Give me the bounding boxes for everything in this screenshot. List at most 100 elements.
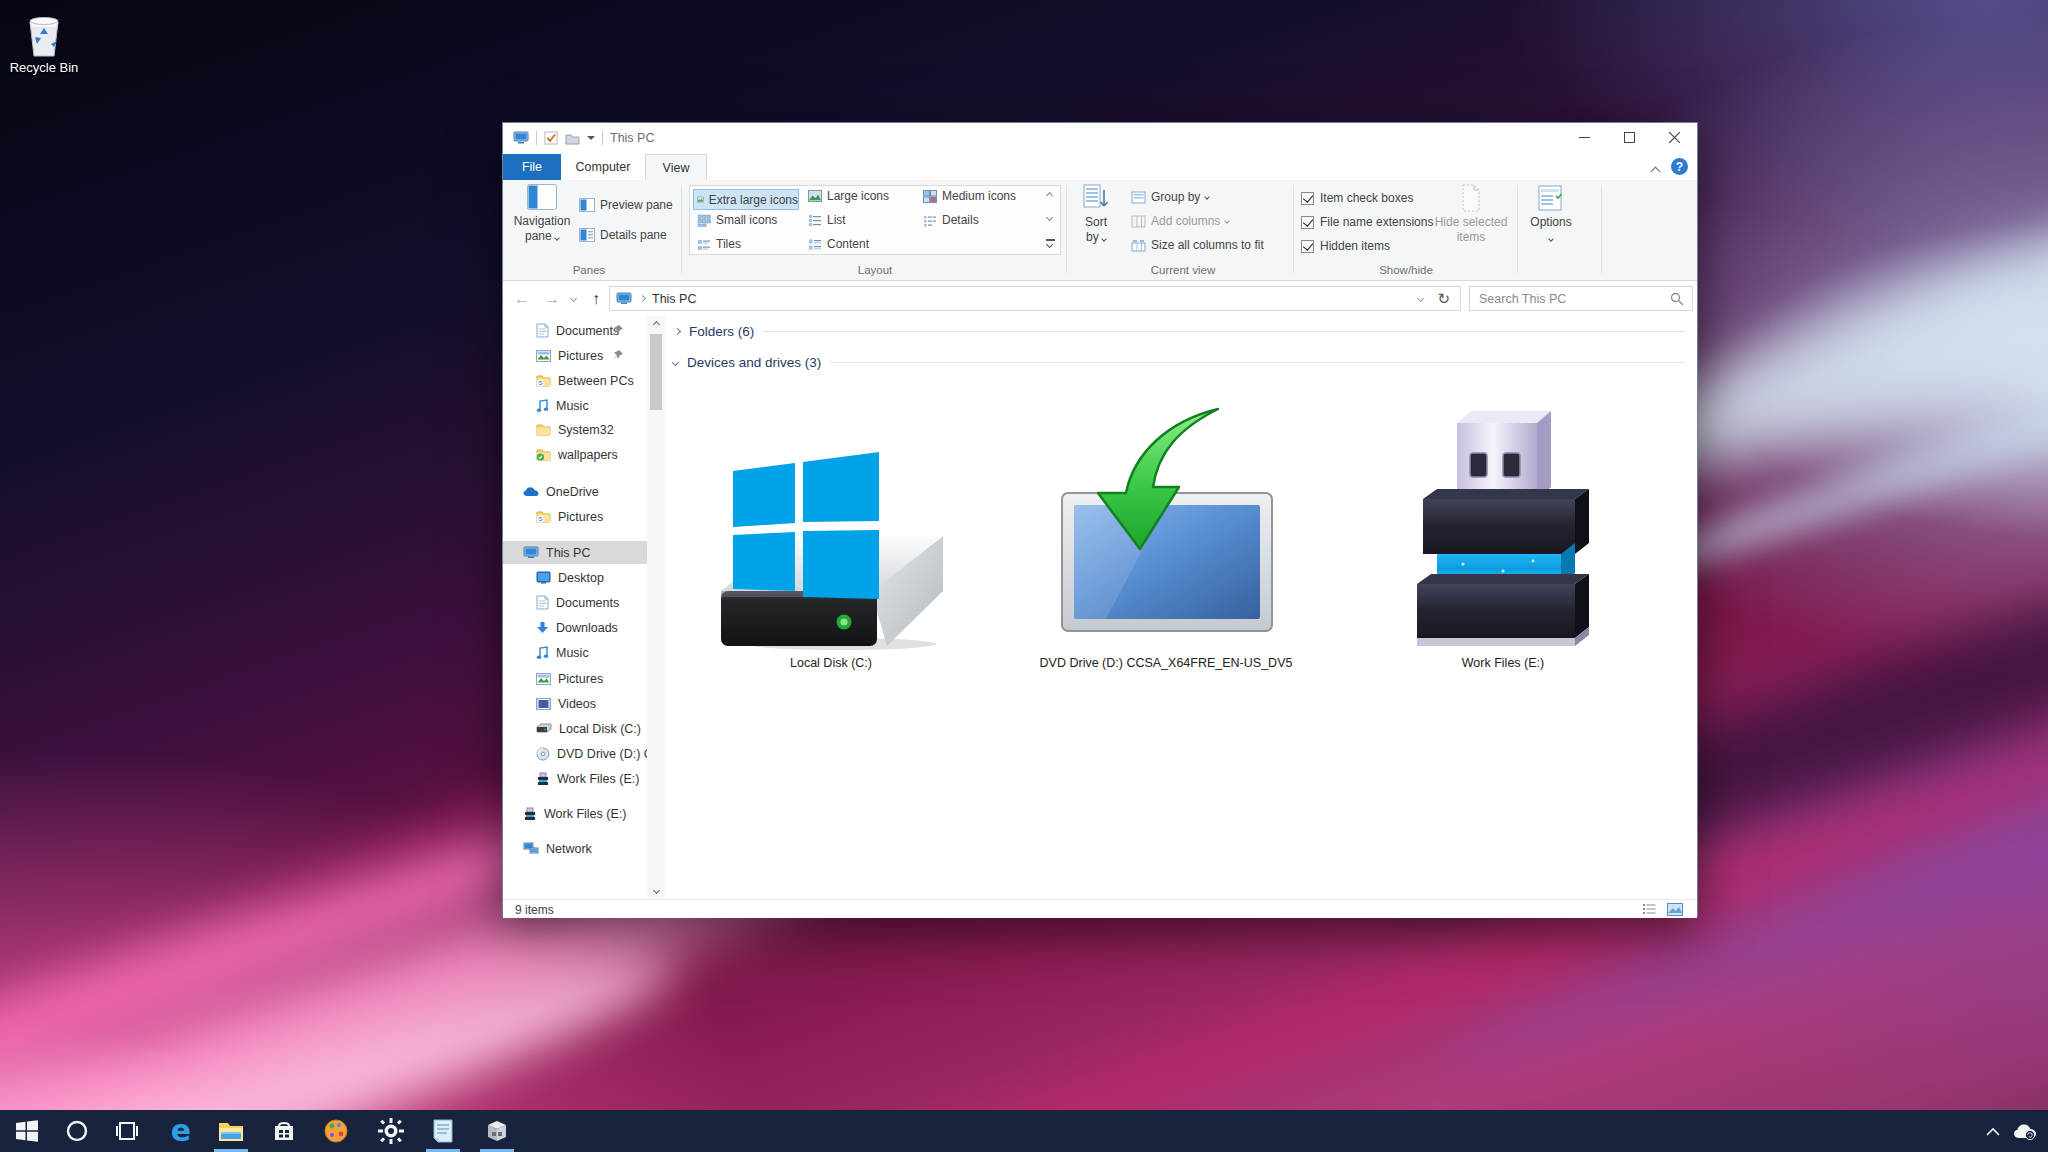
hide-selected-items-icon xyxy=(1458,184,1484,212)
collapse-chevron-icon[interactable] xyxy=(674,328,681,335)
refresh-icon[interactable]: ↻ xyxy=(1437,290,1450,308)
tab-view[interactable]: View xyxy=(645,154,707,180)
task-view-button[interactable] xyxy=(114,1118,140,1144)
add-columns-button[interactable]: Add columns xyxy=(1131,214,1229,228)
ribbon-collapse-icon[interactable] xyxy=(1652,161,1659,179)
minimize-button[interactable] xyxy=(1562,123,1607,152)
layout-small-icons[interactable]: Small icons xyxy=(693,213,777,227)
group-by-button[interactable]: Group by xyxy=(1131,190,1209,204)
scroll-up-icon[interactable] xyxy=(647,316,665,333)
sidebar-item[interactable]: Downloads xyxy=(503,616,647,639)
layout-large-icons[interactable]: Large icons xyxy=(808,189,889,203)
tray-onedrive-icon[interactable] xyxy=(2012,1118,2038,1144)
details-view-toggle-icon[interactable] xyxy=(1642,903,1657,916)
navigation-pane-button[interactable]: Navigationpane xyxy=(509,184,575,244)
3d-builder-button[interactable] xyxy=(484,1118,510,1144)
thumbnail-view-toggle-icon[interactable] xyxy=(1667,903,1683,916)
search-box[interactable]: Search This PC xyxy=(1469,286,1693,311)
expand-chevron-icon[interactable] xyxy=(672,359,679,366)
properties-qat-icon[interactable] xyxy=(544,131,558,145)
sidebar-item[interactable]: Work Files (E:) xyxy=(503,802,647,825)
store-button[interactable] xyxy=(271,1118,297,1144)
address-box[interactable]: This PC ↻ xyxy=(609,286,1461,311)
sidebar-item[interactable]: Pictures xyxy=(503,667,647,690)
sort-by-button[interactable]: Sortby xyxy=(1073,184,1119,245)
edge-button[interactable]: e xyxy=(168,1118,194,1144)
recycle-bin-label: Recycle Bin xyxy=(0,60,88,75)
tab-file[interactable]: File xyxy=(503,154,561,180)
details-pane-button[interactable]: Details pane xyxy=(579,228,667,242)
sidebar-item[interactable]: Work Files (E:) xyxy=(503,767,647,790)
file-name-extensions-checkbox[interactable]: File name extensions xyxy=(1301,215,1433,229)
maximize-button[interactable] xyxy=(1607,123,1652,152)
paint-button[interactable] xyxy=(323,1118,349,1144)
tray-show-hidden-icons[interactable] xyxy=(1980,1118,2006,1144)
sidebar-item[interactable]: Documents xyxy=(503,591,647,614)
item-check-boxes-checkbox[interactable]: Item check boxes xyxy=(1301,191,1413,205)
sidebar-item[interactable]: This PC xyxy=(503,541,647,564)
gallery-up-icon[interactable] xyxy=(1046,192,1053,199)
sidebar-item[interactable]: Desktop xyxy=(503,566,647,589)
settings-button[interactable] xyxy=(378,1118,404,1144)
pin-icon xyxy=(613,324,623,338)
forward-button[interactable]: → xyxy=(539,281,565,316)
folder-check-icon xyxy=(536,448,551,461)
sidebar-item[interactable]: Local Disk (C:) xyxy=(503,717,647,740)
sidebar-item[interactable]: DVD Drive (D:) C xyxy=(503,742,647,765)
sidebar-item[interactable]: Between PCs xyxy=(503,369,647,392)
sidebar-item[interactable]: Videos xyxy=(503,692,647,715)
layout-item-label: List xyxy=(827,213,846,227)
sidebar-item[interactable]: Documents xyxy=(503,319,647,342)
options-button[interactable]: Options xyxy=(1523,184,1579,245)
preview-pane-button[interactable]: Preview pane xyxy=(579,198,673,212)
layout-medium-icons[interactable]: Medium icons xyxy=(923,189,1016,203)
sidebar-item[interactable]: OneDrive xyxy=(503,480,647,503)
scrollbar-thumb[interactable] xyxy=(650,334,662,410)
gallery-down-icon[interactable] xyxy=(1046,214,1053,221)
sidebar-item[interactable]: Music xyxy=(503,394,647,417)
help-icon[interactable]: ? xyxy=(1671,158,1688,175)
qat-customize-icon[interactable] xyxy=(587,136,595,140)
start-button[interactable] xyxy=(14,1118,40,1144)
onedrive-icon xyxy=(523,486,539,497)
scroll-down-icon[interactable] xyxy=(647,882,665,899)
layout-content[interactable]: Content xyxy=(808,237,869,251)
new-folder-qat-icon[interactable] xyxy=(565,132,580,145)
notepad-button[interactable] xyxy=(430,1118,456,1144)
recycle-bin[interactable]: Recycle Bin xyxy=(0,0,88,84)
gallery-more-icon[interactable] xyxy=(1046,241,1053,248)
drive-local-disk[interactable]: Local Disk (C:) xyxy=(691,401,971,670)
hidden-items-checkbox[interactable]: Hidden items xyxy=(1301,239,1390,253)
close-button[interactable] xyxy=(1652,123,1697,152)
sidebar-item[interactable]: Pictures xyxy=(503,505,647,528)
layout-tiles[interactable]: Tiles xyxy=(693,237,741,251)
sidebar-item[interactable]: Music xyxy=(503,641,647,664)
layout-gallery-scrollbar[interactable] xyxy=(1044,189,1058,251)
layout-item-label: Small icons xyxy=(716,213,777,227)
sidebar-item[interactable]: wallpapers xyxy=(503,443,647,466)
layout-details[interactable]: Details xyxy=(923,213,979,227)
sort-by-label: Sort xyxy=(1085,215,1107,229)
search-button[interactable] xyxy=(64,1118,90,1144)
network-icon xyxy=(523,842,539,855)
group-header-devices[interactable]: Devices and drives (3) xyxy=(673,355,1685,370)
size-columns-button[interactable]: Size all columns to fit xyxy=(1131,238,1264,252)
sidebar-item-label: Pictures xyxy=(558,672,603,686)
search-icon[interactable] xyxy=(1670,292,1684,306)
sidebar-scrollbar[interactable] xyxy=(647,316,665,899)
up-button[interactable]: ↑ xyxy=(583,281,609,316)
group-header-folders[interactable]: Folders (6) xyxy=(675,324,1685,339)
file-explorer-button[interactable] xyxy=(218,1118,244,1144)
recent-locations-icon[interactable] xyxy=(565,281,581,316)
hide-selected-items-button[interactable]: Hide selecteditems xyxy=(1431,184,1511,245)
sidebar-item[interactable]: Network xyxy=(503,837,647,860)
sidebar-item[interactable]: System32 xyxy=(503,418,647,441)
address-dropdown-icon[interactable] xyxy=(1417,295,1424,302)
sidebar-item[interactable]: Pictures xyxy=(503,344,647,367)
layout-extra-large-icons[interactable]: Extra large icons xyxy=(693,189,799,210)
drive-dvd[interactable]: DVD Drive (D:) CCSA_X64FRE_EN-US_DV5 xyxy=(1026,401,1306,670)
back-button[interactable]: ← xyxy=(509,281,535,316)
drive-usb[interactable]: Work Files (E:) xyxy=(1363,401,1643,670)
layout-list[interactable]: List xyxy=(808,213,846,227)
tab-computer[interactable]: Computer xyxy=(561,154,645,180)
